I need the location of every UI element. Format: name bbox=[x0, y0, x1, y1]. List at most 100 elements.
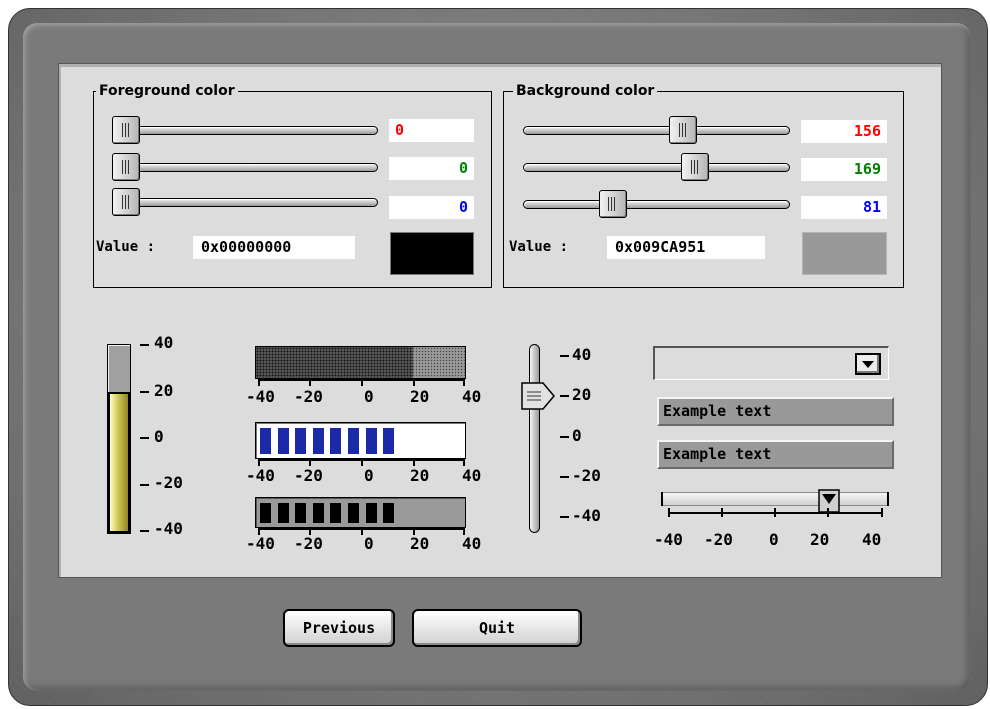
progress-segment bbox=[277, 503, 289, 523]
scale1-label-0: -40 bbox=[246, 387, 275, 406]
fg-value-label: Value : bbox=[96, 239, 156, 255]
progress-segment bbox=[312, 428, 324, 454]
progress-segment bbox=[330, 503, 342, 523]
bg-red-slider-track[interactable] bbox=[523, 126, 790, 135]
vgauge-label-neg20: -20 bbox=[154, 473, 183, 492]
vgauge-tick-3 bbox=[140, 484, 149, 486]
progress-segment bbox=[295, 503, 307, 523]
bg-green-slider-thumb[interactable] bbox=[681, 153, 710, 181]
progress-segment bbox=[383, 428, 395, 454]
scale1-tick-1 bbox=[309, 379, 311, 386]
vgauge-tick-4 bbox=[140, 530, 149, 532]
vgauge-tick-1 bbox=[140, 391, 149, 393]
bscale-label-3: 20 bbox=[810, 530, 830, 549]
vslider-tick-2 bbox=[560, 436, 569, 438]
bscale-tick-4 bbox=[881, 508, 883, 517]
progress-segment bbox=[260, 428, 271, 454]
fg-blue-value: 0 bbox=[389, 196, 474, 219]
vertical-slider-track[interactable] bbox=[529, 344, 540, 533]
example-text-2: Example text bbox=[657, 440, 894, 469]
bg-blue-value: 81 bbox=[801, 196, 887, 219]
fg-blue-slider-thumb[interactable] bbox=[112, 188, 140, 216]
scale2-label-3: 20 bbox=[410, 466, 430, 485]
progress-bar-dotted-fill bbox=[256, 347, 413, 378]
bottom-slider-thumb[interactable] bbox=[818, 489, 840, 513]
vslider-tick-1 bbox=[560, 395, 569, 397]
previous-button[interactable]: Previous bbox=[283, 609, 395, 647]
progress-segment bbox=[295, 428, 307, 454]
fg-red-slider-thumb[interactable] bbox=[112, 116, 140, 144]
progress-segment bbox=[260, 503, 271, 523]
bscale-tick-3 bbox=[827, 508, 829, 517]
bscale-label-4: 40 bbox=[862, 530, 882, 549]
quit-button[interactable]: Quit bbox=[412, 609, 582, 647]
bscale-tick-2 bbox=[774, 508, 776, 517]
progress-segment bbox=[312, 503, 324, 523]
fg-color-swatch bbox=[390, 232, 474, 275]
scale3-label-3: 20 bbox=[410, 534, 430, 553]
fg-green-slider-track[interactable] bbox=[112, 163, 378, 172]
foreground-title: Foreground color bbox=[96, 83, 238, 99]
bscale-label-1: -20 bbox=[704, 530, 733, 549]
scale1-tick-0 bbox=[258, 379, 260, 386]
scale2-label-0: -40 bbox=[246, 466, 275, 485]
fg-red-slider-track[interactable] bbox=[112, 126, 378, 135]
bg-green-slider-track[interactable] bbox=[523, 163, 790, 172]
progress-segment bbox=[277, 428, 289, 454]
vslider-tick-4 bbox=[560, 516, 569, 518]
fg-red-value: 0 bbox=[389, 119, 474, 142]
bottom-slider-end-left bbox=[661, 492, 663, 506]
bscale-label-2: 0 bbox=[769, 530, 779, 549]
vslider-tick-3 bbox=[560, 476, 569, 478]
scale1-label-2: 0 bbox=[364, 387, 374, 406]
bg-blue-slider-track[interactable] bbox=[523, 200, 790, 209]
scale2-tick-3 bbox=[413, 459, 415, 466]
bscale-label-0: -40 bbox=[654, 530, 683, 549]
background-title: Background color bbox=[513, 83, 658, 99]
vgauge-label-40: 40 bbox=[154, 333, 174, 352]
scale2-label-4: 40 bbox=[462, 466, 482, 485]
scale3-label-4: 40 bbox=[462, 534, 482, 553]
vslider-label-20: 20 bbox=[572, 385, 592, 404]
scale2-tick-2 bbox=[361, 459, 363, 466]
scale1-tick-3 bbox=[413, 379, 415, 386]
progress-segment bbox=[365, 503, 377, 523]
vgauge-tick-0 bbox=[140, 344, 149, 346]
progress-segment bbox=[348, 503, 359, 523]
combo-box[interactable] bbox=[653, 346, 889, 380]
scale1-tick-2 bbox=[361, 379, 363, 386]
vslider-label-neg20: -20 bbox=[572, 466, 601, 485]
progress-bar-black bbox=[255, 497, 466, 528]
bscale-tick-1 bbox=[721, 508, 723, 517]
bottom-slider-track[interactable] bbox=[661, 492, 889, 506]
scale2-label-1: -20 bbox=[294, 466, 323, 485]
fg-green-value: 0 bbox=[389, 157, 474, 180]
bg-color-swatch bbox=[802, 232, 887, 275]
combo-dropdown-button[interactable] bbox=[855, 353, 881, 375]
bg-green-value: 169 bbox=[801, 158, 887, 181]
vslider-label-neg40: -40 bbox=[572, 506, 601, 525]
scale3-tick-2 bbox=[361, 528, 363, 535]
chevron-down-icon bbox=[862, 361, 874, 368]
scale2-label-2: 0 bbox=[364, 466, 374, 485]
vertical-gauge-fill bbox=[108, 392, 130, 533]
scale2-tick-0 bbox=[258, 459, 260, 466]
vertical-slider-thumb[interactable] bbox=[521, 382, 555, 410]
vslider-label-40: 40 bbox=[572, 345, 592, 364]
fg-blue-slider-track[interactable] bbox=[112, 198, 378, 207]
vslider-tick-0 bbox=[560, 355, 569, 357]
vgauge-label-neg40: -40 bbox=[154, 519, 183, 538]
scale1-tick-4 bbox=[463, 379, 465, 386]
bg-red-slider-thumb[interactable] bbox=[669, 116, 698, 144]
scale1-label-1: -20 bbox=[294, 387, 323, 406]
scale3-label-0: -40 bbox=[246, 534, 275, 553]
vgauge-label-0: 0 bbox=[154, 427, 164, 446]
progress-segment bbox=[330, 428, 342, 454]
scale3-label-2: 0 bbox=[364, 534, 374, 553]
scale2-tick-1 bbox=[309, 459, 311, 466]
vslider-label-0: 0 bbox=[572, 426, 582, 445]
fg-green-slider-thumb[interactable] bbox=[112, 153, 140, 181]
bg-blue-slider-thumb[interactable] bbox=[598, 190, 627, 218]
bg-value-label: Value : bbox=[509, 239, 569, 255]
scale2-tick-4 bbox=[463, 459, 465, 466]
